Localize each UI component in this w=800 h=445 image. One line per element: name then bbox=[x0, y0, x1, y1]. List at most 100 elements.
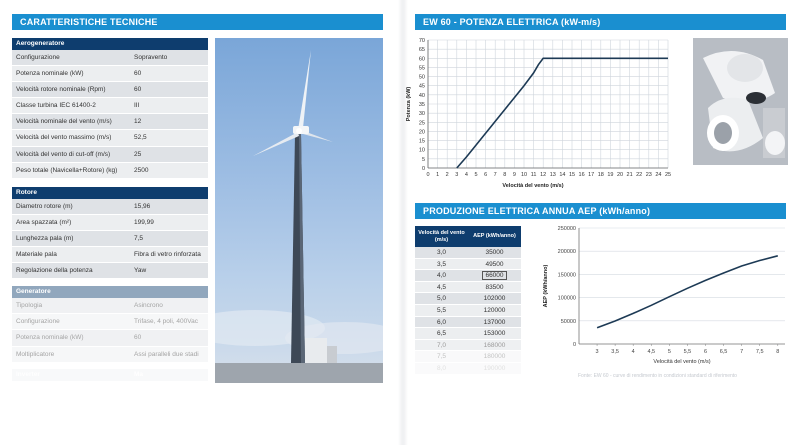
spec-row: Velocità del vento di cut-off (m/s) 25 bbox=[12, 146, 208, 163]
wind-turbine-photo bbox=[215, 38, 383, 383]
y-tick-label: 70 bbox=[419, 38, 425, 44]
x-tick-label: 18 bbox=[598, 172, 604, 178]
y-tick-label: 50000 bbox=[561, 319, 576, 325]
aep-value: 153000 bbox=[483, 330, 506, 338]
aep-wind-speed: 3,5 bbox=[436, 260, 447, 268]
x-tick-label: 4,5 bbox=[647, 349, 655, 355]
aep-row: 3,5 49500 bbox=[415, 258, 521, 271]
spec-row: Potenza nominale (kW) 60 bbox=[12, 330, 208, 347]
aep-wind-speed: 6,5 bbox=[436, 330, 447, 338]
aep-row: 4,5 83500 bbox=[415, 281, 521, 294]
y-tick-label: 15 bbox=[419, 139, 425, 145]
aep-row: 6,5 153000 bbox=[415, 328, 521, 340]
spec-value: Asincrono bbox=[134, 302, 163, 310]
x-tick-label: 1 bbox=[436, 172, 439, 178]
x-tick-label: 21 bbox=[627, 172, 633, 178]
y-tick-label: 65 bbox=[419, 47, 425, 53]
spec-key: Potenza nominale (kW) bbox=[16, 70, 84, 78]
spec-key: Velocità del vento di cut-off (m/s) bbox=[16, 150, 111, 158]
aep-row: 6,0 137000 bbox=[415, 316, 521, 329]
aep-value-cell: 120000 bbox=[468, 305, 521, 316]
x-tick-label: 7 bbox=[494, 172, 497, 178]
spec-row: Classe turbina IEC 61400-2 III bbox=[12, 98, 208, 115]
spec-key: Moltiplicatore bbox=[16, 350, 55, 358]
col-aep: AEP (kWh/anno) bbox=[473, 233, 516, 239]
aep-wind-speed: 3,0 bbox=[436, 249, 447, 256]
spec-row: Diametro rotore (m) 15,96 bbox=[12, 198, 208, 215]
aep-wind-speed: 5,0 bbox=[436, 295, 447, 303]
y-tick-label: 100000 bbox=[558, 296, 576, 302]
x-tick-label: 15 bbox=[569, 172, 575, 178]
aep-wind-speed: 7,5 bbox=[436, 353, 447, 361]
aep-chart: 0 50000 100000 150000 200000 250000 3 3,5 4 4,5 5 5… bbox=[543, 226, 785, 365]
x-tick-label: 6,5 bbox=[720, 349, 728, 355]
x-tick-label: 22 bbox=[636, 172, 642, 178]
aep-value: 190000 bbox=[483, 364, 506, 372]
x-tick-label: 10 bbox=[521, 172, 527, 178]
wind-turbine-illustration bbox=[215, 50, 383, 383]
x-tick-label: 12 bbox=[540, 172, 546, 178]
x-tick-label: 5 bbox=[668, 349, 671, 355]
aep-row: 5,5 120000 bbox=[415, 304, 521, 317]
spec-key: Configurazione bbox=[16, 54, 60, 61]
spec-row: Potenza nominale (kW) 60 bbox=[12, 66, 208, 83]
y-tick-label: 50 bbox=[419, 75, 425, 81]
nacelle-photo bbox=[693, 38, 788, 165]
y-tick-label: 150000 bbox=[558, 272, 576, 278]
y-tick-label: 30 bbox=[419, 111, 425, 117]
x-tick-label: 13 bbox=[550, 172, 556, 178]
spec-value: Assi paralleli due stadi bbox=[134, 350, 199, 358]
spec-value: 15,96 bbox=[134, 202, 151, 210]
spec-section-title: Aerogeneratore bbox=[12, 38, 208, 50]
spec-row: Velocità rotore nominale (Rpm) 60 bbox=[12, 82, 208, 99]
x-axis-label: Velocità del vento (m/s) bbox=[653, 359, 710, 365]
aep-wind-speed: 6,0 bbox=[436, 318, 447, 326]
col-wind-speed: Velocità del vento (m/s) bbox=[418, 229, 465, 243]
spec-section-title: Generatore bbox=[12, 286, 208, 299]
spec-row: Tipologia Asincrono bbox=[12, 298, 208, 315]
spec-key: Diametro rotore (m) bbox=[16, 202, 73, 210]
spec-key: Velocità nominale del vento (m/s) bbox=[16, 118, 112, 126]
spec-value: 60 bbox=[134, 70, 142, 78]
specs-table: Aerogeneratore Configurazione Sopravento Po… bbox=[12, 38, 208, 381]
y-tick-label: 5 bbox=[422, 157, 425, 163]
aep-footnote: Fonte: EW 60 - curve di rendimento in co… bbox=[578, 373, 737, 379]
x-tick-label: 7 bbox=[740, 349, 743, 355]
aep-value-cell: 180000 bbox=[468, 351, 521, 362]
aep-value-cell: 190000 bbox=[468, 363, 521, 374]
aep-value-cell: 83500 bbox=[468, 282, 521, 293]
aep-value: 102000 bbox=[483, 295, 506, 303]
spec-row: Regolazione della potenza Yaw bbox=[12, 263, 208, 280]
aep-value: 83500 bbox=[485, 283, 504, 291]
x-tick-label: 14 bbox=[559, 172, 565, 178]
x-tick-label: 7,5 bbox=[756, 349, 764, 355]
x-tick-label: 20 bbox=[617, 172, 623, 178]
aep-row: 3,0 35000 bbox=[415, 247, 521, 259]
y-axis-label: AEP (kWh/anno) bbox=[543, 264, 549, 307]
aep-row: 8,0 190000 bbox=[415, 362, 521, 375]
spec-key: Materiale pala bbox=[16, 251, 57, 259]
y-axis-label: Potenza (kW) bbox=[406, 87, 412, 122]
spec-row: Configurazione Sopravento bbox=[12, 50, 208, 67]
x-tick-label: 6 bbox=[704, 349, 707, 355]
spec-key: Configurazione bbox=[16, 318, 60, 326]
aep-row: 7,5 180000 bbox=[415, 351, 521, 363]
x-tick-label: 17 bbox=[588, 172, 594, 178]
spec-key: Velocità rotore nominale (Rpm) bbox=[16, 86, 106, 94]
spec-key: Potenza nominale (kW) bbox=[16, 334, 84, 342]
x-tick-label: 9 bbox=[513, 172, 516, 178]
spec-value: 25 bbox=[134, 150, 142, 158]
y-tick-label: 10 bbox=[419, 148, 425, 154]
x-tick-label: 6 bbox=[484, 172, 487, 178]
spec-key: Classe turbina IEC 61400-2 bbox=[16, 102, 96, 110]
x-tick-label: 25 bbox=[665, 172, 671, 178]
aep-table: Velocità del vento (m/s) AEP (kWh/anno) … bbox=[415, 226, 521, 375]
x-tick-label: 24 bbox=[655, 172, 661, 178]
spec-row: Lunghezza pala (m) 7,5 bbox=[12, 230, 208, 248]
spec-value: Sopravento bbox=[134, 54, 168, 61]
spec-key: Regolazione della potenza bbox=[16, 267, 93, 275]
y-tick-label: 35 bbox=[419, 102, 425, 108]
x-tick-label: 4 bbox=[465, 172, 468, 178]
aep-value-cell: 153000 bbox=[468, 328, 521, 339]
spec-value: 52,5 bbox=[134, 134, 147, 142]
